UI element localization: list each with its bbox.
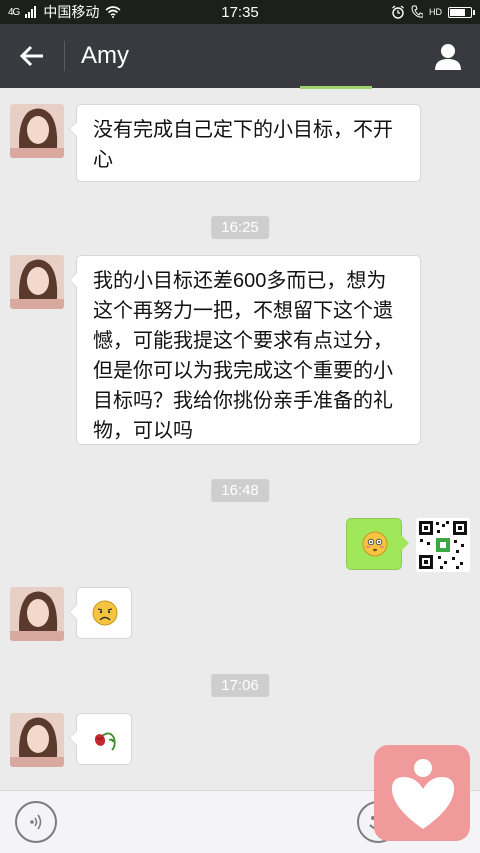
message-bubble-incoming[interactable] [69,713,132,765]
message-text: 没有完成自己定下的小目标，不开心 [93,119,393,171]
avatar-portrait [10,255,64,309]
contact-avatar[interactable] [10,713,64,767]
battery-icon [448,6,475,18]
person-icon [435,44,461,70]
message-bubble-incoming[interactable]: 我的小目标还差600多而已，想为这个再努力一把，不想留下这个遗憾，可能我提这个要… [69,255,421,445]
title-bar: Amy [0,24,480,88]
status-right: HD [391,5,475,19]
profile-button[interactable] [416,24,480,88]
floating-heart-app-icon[interactable] [374,745,470,841]
avatar-portrait [10,104,64,158]
back-button[interactable] [0,24,64,88]
message-bubble-incoming[interactable]: 没有完成自己定下的小目标，不开心 [69,104,421,182]
alarm-icon [392,5,404,19]
sad-emoji-icon [92,600,118,626]
timestamp: 16:48 [211,479,269,502]
avatar-portrait [10,713,64,767]
signal-type: 4G [8,6,20,18]
phone-icon [411,5,423,18]
timestamp: 17:06 [211,674,269,697]
message-bubble-incoming[interactable] [69,587,132,639]
message-text: 我的小目标还差600多而已，想为这个再努力一把，不想留下这个遗憾，可能我提这个要… [93,270,393,442]
hd-label: HD [429,7,442,17]
contact-avatar[interactable] [10,255,64,309]
my-avatar[interactable] [416,518,470,572]
title-divider [64,41,65,71]
qr-code-avatar [416,518,470,572]
message-bubble-outgoing[interactable] [346,518,409,570]
heart-icon [391,759,455,829]
chat-area[interactable]: 没有完成自己定下的小目标，不开心 16:25 我的小目标还差600多而已，想为这… [0,88,480,790]
chat-title: Amy [81,42,129,69]
status-left: 4G 中国移动 [8,2,121,22]
contact-avatar[interactable] [10,104,64,158]
timestamp: 16:25 [211,216,269,239]
back-arrow-icon [19,45,43,67]
wilted-rose-icon [94,732,116,751]
carrier-name: 中国移动 [43,4,100,20]
status-bar: 4G 中国移动 17:35 HD [0,0,480,24]
contact-avatar[interactable] [10,587,64,641]
voice-input-button[interactable] [15,801,57,843]
signal-icon [25,6,37,18]
voice-icon [30,814,42,830]
wifi-icon [105,6,121,18]
avatar-portrait [10,587,64,641]
status-time: 17:35 [221,3,259,21]
flushed-emoji-icon [362,531,388,557]
